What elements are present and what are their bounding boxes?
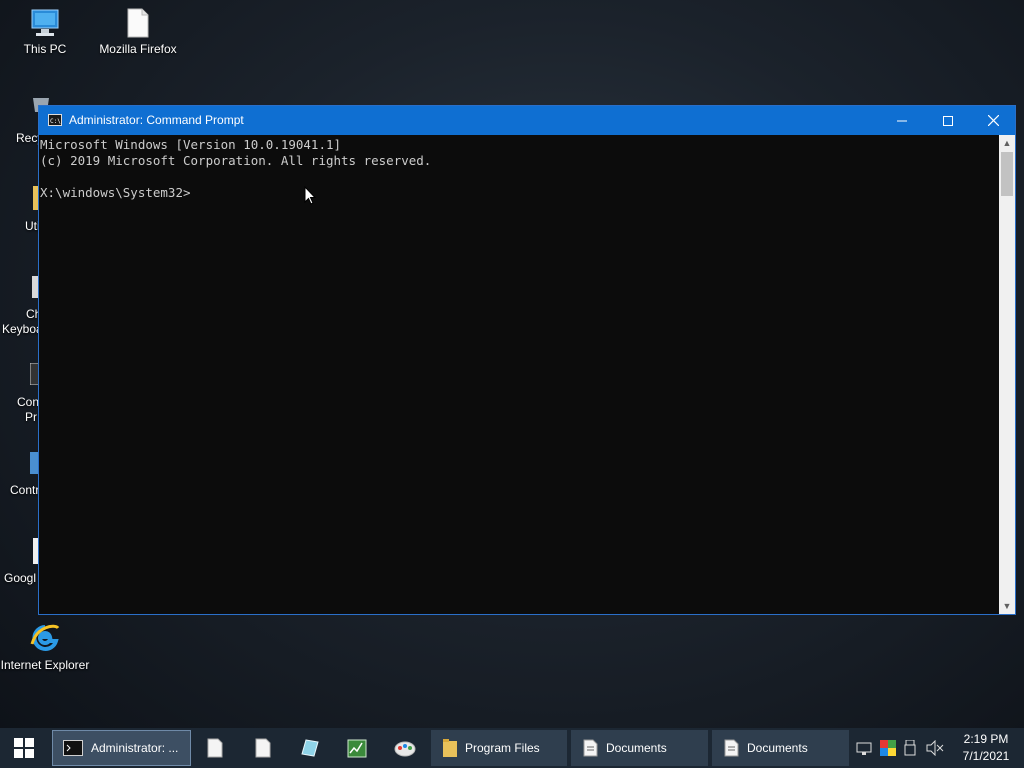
document-icon bbox=[724, 739, 739, 757]
taskbar-item-program-files[interactable]: Program Files bbox=[431, 730, 567, 766]
start-button[interactable] bbox=[0, 730, 48, 766]
volume-muted-icon[interactable] bbox=[926, 740, 944, 756]
desktop-icon-this-pc[interactable]: This PC bbox=[0, 8, 90, 57]
taskbar-clock[interactable]: 2:19 PM 7/1/2021 bbox=[956, 731, 1016, 765]
file-icon bbox=[255, 738, 271, 758]
color-display-icon[interactable] bbox=[880, 740, 896, 756]
scroll-down-icon[interactable]: ▼ bbox=[999, 598, 1015, 614]
taskbar: Administrator: ... Program Files Documen… bbox=[0, 728, 1024, 768]
taskbar-item-label: Documents bbox=[606, 741, 667, 755]
desktop-icon-label-partial: Con bbox=[17, 395, 40, 409]
computer-icon bbox=[31, 9, 59, 36]
desktop-icon-label: Internet Explorer bbox=[0, 658, 90, 672]
console-line: Microsoft Windows [Version 10.0.19041.1] bbox=[40, 137, 342, 152]
taskbar-item-documents-2[interactable]: Documents bbox=[712, 730, 849, 766]
internet-explorer-icon bbox=[30, 624, 60, 651]
console-line: (c) 2019 Microsoft Corporation. All righ… bbox=[40, 153, 432, 168]
clock-date: 7/1/2021 bbox=[962, 749, 1010, 763]
maximize-button[interactable] bbox=[925, 106, 971, 135]
desktop-icon-label-partial: Pr bbox=[25, 410, 37, 424]
maximize-icon bbox=[943, 115, 953, 126]
console-prompt-line[interactable]: X:\windows\System32> bbox=[40, 185, 999, 201]
scrollbar-thumb[interactable] bbox=[1001, 152, 1013, 196]
desktop-icon-label: This PC bbox=[23, 42, 67, 56]
close-button[interactable] bbox=[970, 106, 1016, 135]
mouse-cursor-icon bbox=[304, 186, 316, 205]
notepad-icon bbox=[301, 739, 319, 757]
console-output[interactable]: Microsoft Windows [Version 10.0.19041.1]… bbox=[39, 135, 999, 614]
desktop-icon-label-partial: Googl bbox=[4, 571, 37, 585]
svg-text:C:\: C:\ bbox=[50, 118, 61, 125]
paint-icon bbox=[394, 741, 416, 757]
taskbar-pinned-monitor[interactable] bbox=[343, 730, 371, 766]
taskbar-item-documents-1[interactable]: Documents bbox=[571, 730, 708, 766]
vertical-scrollbar[interactable]: ▲ ▼ bbox=[999, 135, 1015, 614]
taskbar-item-command-prompt[interactable]: Administrator: ... bbox=[52, 730, 191, 766]
network-icon[interactable] bbox=[856, 740, 872, 756]
desktop-icon-label-partial: Contr bbox=[10, 483, 40, 497]
windows-logo-icon bbox=[14, 738, 34, 758]
performance-monitor-icon bbox=[347, 739, 367, 758]
command-prompt-window[interactable]: C:\ Administrator: Command Prompt Micros… bbox=[38, 105, 1016, 615]
taskbar-pinned-file-1[interactable] bbox=[201, 730, 229, 766]
cmd-icon: C:\ bbox=[48, 114, 62, 126]
taskbar-item-label: Program Files bbox=[465, 741, 540, 755]
minimize-icon bbox=[897, 120, 907, 121]
folder-icon bbox=[443, 739, 457, 757]
taskbar-pinned-paint[interactable] bbox=[391, 730, 419, 766]
file-icon bbox=[207, 738, 223, 758]
scroll-up-icon[interactable]: ▲ bbox=[999, 135, 1015, 151]
taskbar-item-label: Administrator: ... bbox=[91, 741, 179, 755]
clock-time: 2:19 PM bbox=[963, 732, 1009, 746]
cmd-icon bbox=[63, 740, 83, 756]
minimize-button[interactable] bbox=[879, 106, 925, 135]
taskbar-pinned-file-2[interactable] bbox=[249, 730, 277, 766]
window-title: Administrator: Command Prompt bbox=[69, 113, 244, 127]
taskbar-item-label: Documents bbox=[747, 741, 808, 755]
window-titlebar[interactable]: C:\ Administrator: Command Prompt bbox=[39, 106, 1015, 135]
system-tray bbox=[856, 728, 944, 768]
desktop-icon-internet-explorer[interactable]: Internet Explorer bbox=[0, 622, 90, 673]
file-icon bbox=[127, 8, 149, 38]
document-icon bbox=[583, 739, 598, 757]
usb-device-icon[interactable] bbox=[904, 740, 916, 756]
close-icon bbox=[987, 115, 999, 126]
taskbar-pinned-notes[interactable] bbox=[296, 730, 324, 766]
desktop-icon-label: Mozilla Firefox bbox=[99, 42, 177, 56]
desktop-icon-mozilla-firefox[interactable]: Mozilla Firefox bbox=[93, 8, 183, 57]
desktop-icon-label-partial: Keyboa bbox=[2, 322, 43, 336]
